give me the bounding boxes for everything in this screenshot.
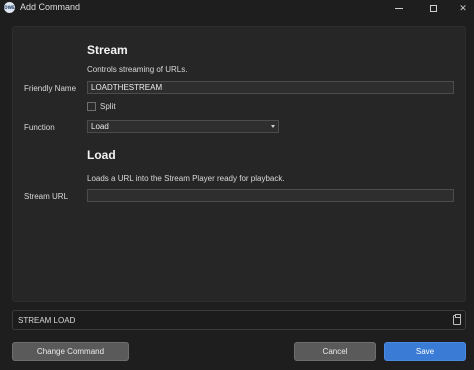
function-select[interactable]: Load	[87, 120, 279, 133]
minimize-icon	[395, 7, 403, 9]
close-icon: ✕	[459, 2, 467, 13]
clipboard-icon[interactable]	[453, 314, 461, 325]
minimize-button[interactable]	[388, 0, 410, 16]
maximize-icon	[429, 4, 437, 12]
load-heading: Load	[87, 148, 116, 162]
window-title: Add Command	[20, 2, 81, 12]
function-label: Function	[24, 123, 55, 132]
stream-heading: Stream	[87, 43, 128, 57]
status-text: STREAM LOAD	[18, 316, 76, 325]
split-checkbox[interactable]	[87, 102, 96, 111]
change-command-button[interactable]: Change Command	[12, 342, 129, 361]
cancel-button[interactable]: Cancel	[294, 342, 376, 361]
function-select-value: Load	[91, 122, 109, 131]
stream-url-label: Stream URL	[24, 192, 69, 201]
command-panel: Stream Controls streaming of URLs. Frien…	[12, 26, 466, 302]
load-description: Loads a URL into the Stream Player ready…	[87, 174, 285, 183]
save-button[interactable]: Save	[384, 342, 466, 361]
friendly-name-label: Friendly Name	[24, 84, 77, 93]
app-icon: OWE	[4, 2, 15, 13]
stream-url-field[interactable]	[87, 189, 454, 202]
status-bar: STREAM LOAD	[12, 310, 466, 330]
split-label: Split	[100, 102, 116, 111]
stream-description: Controls streaming of URLs.	[87, 65, 188, 74]
chevron-down-icon	[271, 125, 275, 128]
friendly-name-field[interactable]: LOADTHESTREAM	[87, 81, 454, 94]
maximize-button[interactable]	[422, 0, 444, 16]
title-bar: OWE Add Command ✕	[0, 0, 474, 16]
close-button[interactable]: ✕	[452, 0, 474, 16]
